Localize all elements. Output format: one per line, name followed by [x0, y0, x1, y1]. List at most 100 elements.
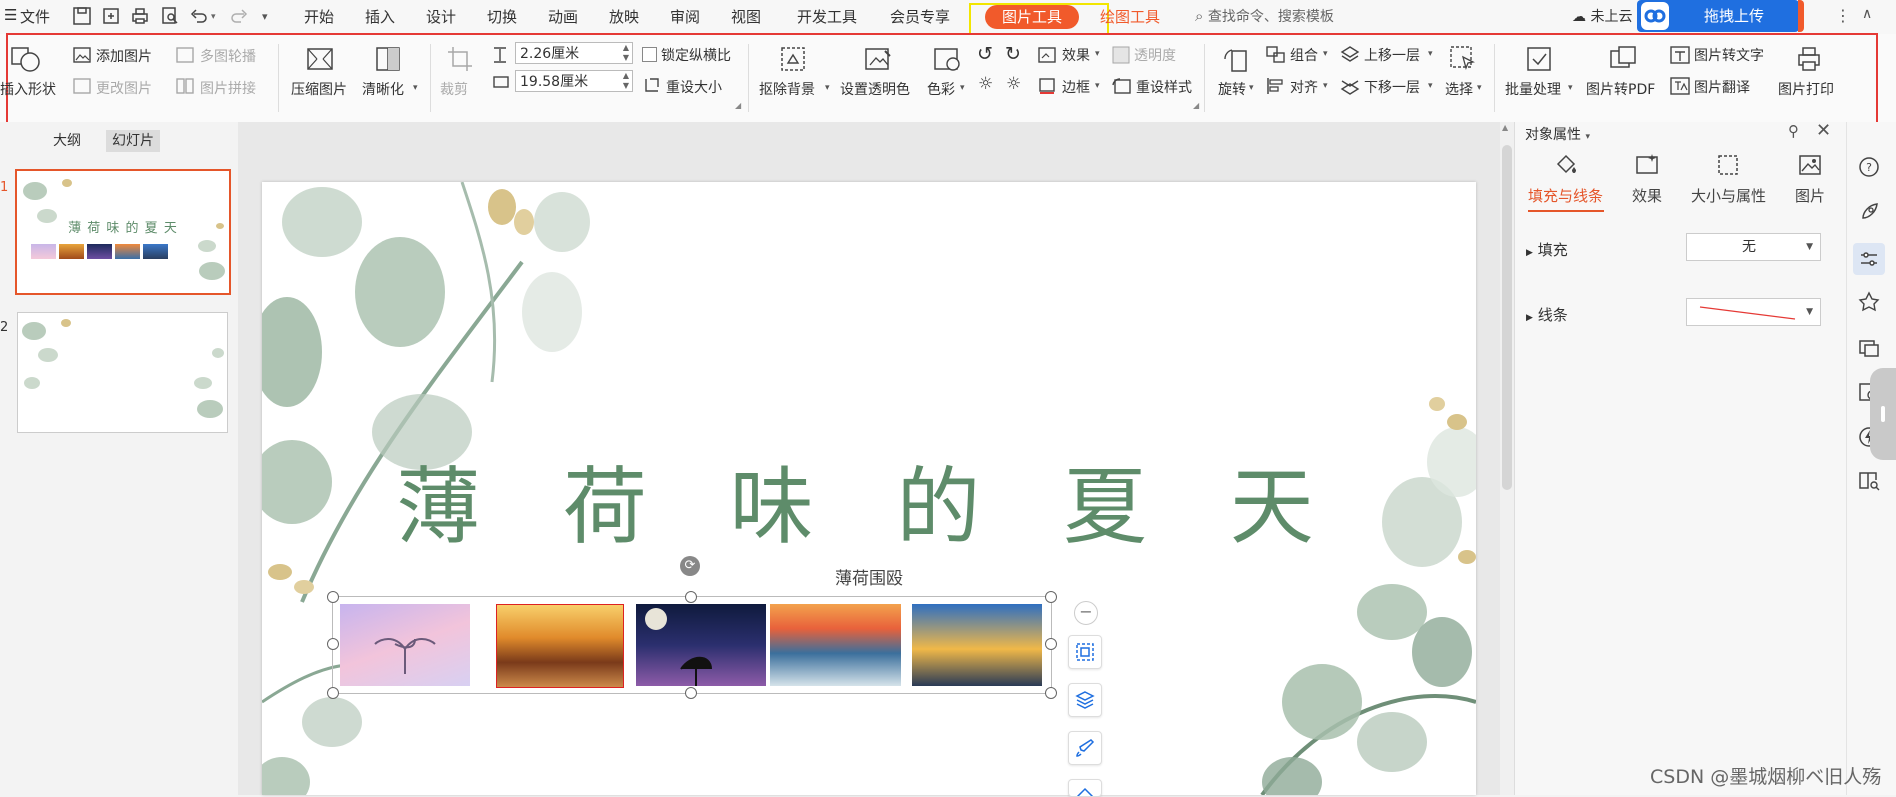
resize-handle[interactable]	[685, 591, 697, 603]
tab-member[interactable]: 会员专享	[890, 6, 950, 27]
resize-handle[interactable]	[327, 638, 339, 650]
bring-forward-button[interactable]: 上移一层	[1364, 45, 1420, 65]
effects-button[interactable]: 效果	[1062, 45, 1090, 65]
border-button[interactable]: 边框	[1062, 77, 1090, 97]
float-brush-tool[interactable]	[1068, 731, 1102, 765]
save-icon[interactable]	[72, 6, 92, 26]
resize-handle[interactable]	[1045, 687, 1057, 699]
slide-thumbnail-1[interactable]: 薄 荷 味 的 夏 天	[15, 169, 231, 295]
properties-title[interactable]: 对象属性 ▾	[1525, 124, 1590, 144]
print-preview-icon[interactable]	[160, 6, 180, 26]
tab-effects[interactable]: 效果	[1632, 185, 1662, 206]
tab-transition[interactable]: 切换	[487, 6, 517, 27]
slide-title[interactable]: 薄 荷 味 的 夏 天	[262, 440, 1476, 561]
rotate-right-icon[interactable]: ↻	[1005, 43, 1021, 65]
transition-icon[interactable]	[1857, 336, 1881, 360]
upload-button[interactable]: 拖拽上传	[1637, 0, 1799, 32]
tab-drawing-tools[interactable]: 绘图工具	[1100, 6, 1160, 27]
crop-button[interactable]: 裁剪	[440, 79, 468, 99]
tab-outline[interactable]: 大纲	[47, 130, 87, 152]
redo-icon[interactable]	[229, 6, 249, 26]
scrollbar-thumb[interactable]	[1502, 145, 1512, 490]
change-picture-button[interactable]: 更改图片	[96, 78, 152, 98]
picture-print-button[interactable]: 图片打印	[1778, 79, 1834, 99]
undo-dropdown-icon[interactable]: ▾	[211, 12, 216, 22]
print-icon[interactable]	[130, 6, 150, 26]
close-panel-icon[interactable]: ✕	[1816, 120, 1831, 141]
rotate-dropdown-icon[interactable]: ▾	[1249, 83, 1254, 93]
width-spinner-icon[interactable]: ▲ ▼	[623, 71, 629, 91]
lock-ratio-label[interactable]: 锁定纵横比	[661, 45, 731, 65]
add-picture-button[interactable]: 添加图片	[96, 46, 152, 66]
slide-subtitle[interactable]: 薄荷围殴	[262, 564, 1476, 589]
tab-animation[interactable]: 动画	[548, 6, 578, 27]
rocket-icon[interactable]	[1857, 200, 1881, 224]
reset-size-button[interactable]: 重设大小	[666, 77, 722, 97]
set-transparent-button[interactable]: 设置透明色	[840, 79, 910, 99]
width-input[interactable]: 19.58厘米 ▲ ▼	[515, 70, 633, 92]
color-dropdown-icon[interactable]: ▾	[960, 83, 965, 93]
search-box[interactable]: ⌕ 查找命令、搜索模板	[1195, 6, 1334, 26]
picture-to-pdf-button[interactable]: 图片转PDF	[1586, 79, 1655, 99]
select-dropdown-icon[interactable]: ▾	[1477, 83, 1482, 93]
resize-handle[interactable]	[685, 687, 697, 699]
customize-toolbar-icon[interactable]: ▾	[262, 10, 268, 23]
align-button[interactable]: 对齐	[1290, 77, 1318, 97]
multi-carousel-button[interactable]: 多图轮播	[200, 46, 256, 66]
tab-insert[interactable]: 插入	[365, 6, 395, 27]
border-dropdown-icon[interactable]: ▾	[1095, 81, 1100, 91]
fill-section[interactable]: ▶ 填充	[1526, 239, 1568, 260]
export-icon[interactable]	[101, 6, 121, 26]
color-button[interactable]: 色彩	[927, 79, 955, 99]
height-input[interactable]: 2.26厘米 ▲ ▼	[515, 42, 633, 64]
batch-dropdown-icon[interactable]: ▾	[1568, 83, 1573, 93]
float-layer-tool[interactable]	[1068, 683, 1102, 717]
tab-fill-line[interactable]: 填充与线条	[1528, 185, 1603, 206]
resize-handle[interactable]	[327, 687, 339, 699]
align-dropdown-icon[interactable]: ▾	[1323, 81, 1328, 91]
tab-view[interactable]: 视图	[731, 6, 761, 27]
insert-shape-button[interactable]: 插入形状	[0, 79, 56, 99]
pin-icon[interactable]: ⚲	[1788, 122, 1799, 140]
more-icon[interactable]: ⋮	[1835, 6, 1851, 25]
help-icon[interactable]: ?	[1857, 155, 1881, 179]
group-button[interactable]: 组合	[1290, 45, 1318, 65]
tab-review[interactable]: 审阅	[670, 6, 700, 27]
tab-slides[interactable]: 幻灯片	[106, 130, 160, 152]
bring-forward-dropdown-icon[interactable]: ▾	[1428, 49, 1433, 59]
tab-home[interactable]: 开始	[304, 6, 334, 27]
collapse-ribbon-icon[interactable]: ∧	[1862, 6, 1872, 22]
sharpen-dropdown-icon[interactable]: ▾	[413, 83, 418, 93]
zoom-out-icon[interactable]: −	[1074, 601, 1098, 625]
send-backward-dropdown-icon[interactable]: ▾	[1428, 81, 1433, 91]
sharpen-button[interactable]: 清晰化	[362, 79, 404, 99]
brightness-up-icon[interactable]: ☼	[978, 74, 993, 94]
rotate-handle-icon[interactable]: ⟳	[680, 556, 700, 576]
tab-design[interactable]: 设计	[426, 6, 456, 27]
line-select[interactable]: ▼	[1686, 298, 1821, 326]
reset-style-button[interactable]: 重设样式	[1136, 77, 1192, 97]
hamburger-icon[interactable]: ☰	[4, 6, 17, 24]
group-dropdown-icon[interactable]: ▾	[1323, 49, 1328, 59]
insert-shape-icon[interactable]	[8, 44, 42, 74]
style-dialog-launcher-icon[interactable]: ◢	[1193, 101, 1199, 110]
height-spinner-icon[interactable]: ▲ ▼	[623, 43, 629, 63]
transparency-button[interactable]: 透明度	[1134, 45, 1176, 65]
remove-background-button[interactable]: 抠除背景	[759, 79, 815, 99]
menu-file[interactable]: 文件	[20, 6, 50, 27]
rotate-left-icon[interactable]: ↺	[977, 43, 993, 65]
tab-slideshow[interactable]: 放映	[609, 6, 639, 27]
remove-bg-dropdown-icon[interactable]: ▾	[825, 83, 830, 93]
picture-collage-button[interactable]: 图片拼接	[200, 78, 256, 98]
rotate-button[interactable]: 旋转	[1218, 79, 1246, 99]
brightness-down-icon[interactable]: ☼	[1006, 74, 1021, 94]
cloud-status[interactable]: ☁ 未上云	[1572, 6, 1632, 26]
star-shape-icon[interactable]	[1857, 290, 1881, 314]
send-backward-button[interactable]: 下移一层	[1364, 77, 1420, 97]
tab-developer[interactable]: 开发工具	[797, 6, 857, 27]
sidebar-collapse-handle[interactable]	[1870, 368, 1896, 460]
tab-size-properties[interactable]: 大小与属性	[1691, 185, 1766, 206]
scroll-up-icon[interactable]: ▲	[1502, 123, 1508, 132]
resize-handle[interactable]	[1045, 591, 1057, 603]
compress-button[interactable]: 压缩图片	[291, 79, 347, 99]
